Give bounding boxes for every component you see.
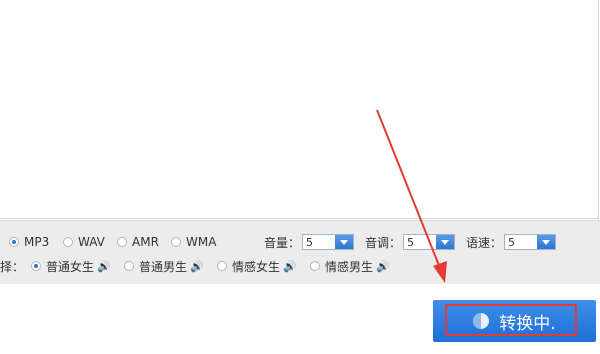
radio-unchecked (171, 237, 181, 247)
speed-value: 5 (508, 235, 516, 249)
pitch-value: 5 (407, 235, 415, 249)
format-label: WAV (78, 235, 105, 249)
voice-option-label: 情感女生 (232, 259, 281, 274)
volume-select[interactable]: 5 (302, 234, 355, 250)
speed-label: 语速： (466, 235, 503, 250)
voice-option-emotional-female[interactable]: 情感女生 🔊 (217, 258, 297, 275)
speed-control: 语速： 5 (466, 234, 557, 251)
voice-option-label: 普通女生 (46, 259, 95, 274)
speaker-icon[interactable]: 🔊 (97, 260, 111, 273)
format-label: WMA (186, 235, 217, 249)
pitch-control: 音调： 5 (365, 234, 456, 251)
voice-option-label: 情感男生 (325, 259, 374, 274)
convert-button[interactable]: 转换中. (433, 300, 596, 342)
pitch-select[interactable]: 5 (403, 234, 456, 250)
voice-option-normal-female[interactable]: 普通女生 🔊 (31, 258, 111, 275)
radio-checked (31, 261, 41, 271)
radio-unchecked (310, 261, 320, 271)
chevron-down-icon[interactable] (537, 235, 556, 249)
voice-label: 择： (0, 259, 25, 274)
format-option-mp3[interactable]: MP3 (9, 235, 49, 249)
radio-unchecked (63, 237, 73, 247)
format-option-wav[interactable]: WAV (63, 235, 105, 249)
settings-bar: MP3 WAV AMR WMA 音量： 5 音调： 5 语速： 5 择： 普通女… (0, 220, 600, 284)
format-label: MP3 (24, 235, 50, 249)
pitch-label: 音调： (365, 235, 402, 250)
radio-unchecked (117, 237, 127, 247)
radio-unchecked (217, 261, 227, 271)
format-option-amr[interactable]: AMR (117, 235, 159, 249)
voice-option-emotional-male[interactable]: 情感男生 🔊 (310, 258, 390, 275)
speed-select[interactable]: 5 (504, 234, 557, 250)
chevron-down-icon[interactable] (436, 235, 455, 249)
radio-checked (9, 237, 19, 247)
text-input-area[interactable] (0, 0, 599, 219)
voice-option-label: 普通男生 (139, 259, 188, 274)
speaker-icon[interactable]: 🔊 (283, 260, 297, 273)
format-option-wma[interactable]: WMA (171, 235, 216, 249)
radio-unchecked (124, 261, 134, 271)
chevron-down-icon[interactable] (335, 235, 354, 249)
volume-value: 5 (306, 235, 314, 249)
speaker-icon[interactable]: 🔊 (190, 260, 204, 273)
voice-option-normal-male[interactable]: 普通男生 🔊 (124, 258, 204, 275)
spinner-icon (473, 313, 490, 329)
format-label: AMR (132, 235, 159, 249)
volume-label: 音量： (264, 235, 301, 250)
convert-button-label: 转换中. (499, 313, 556, 334)
volume-control: 音量： 5 (264, 234, 355, 251)
speaker-icon[interactable]: 🔊 (376, 260, 390, 273)
